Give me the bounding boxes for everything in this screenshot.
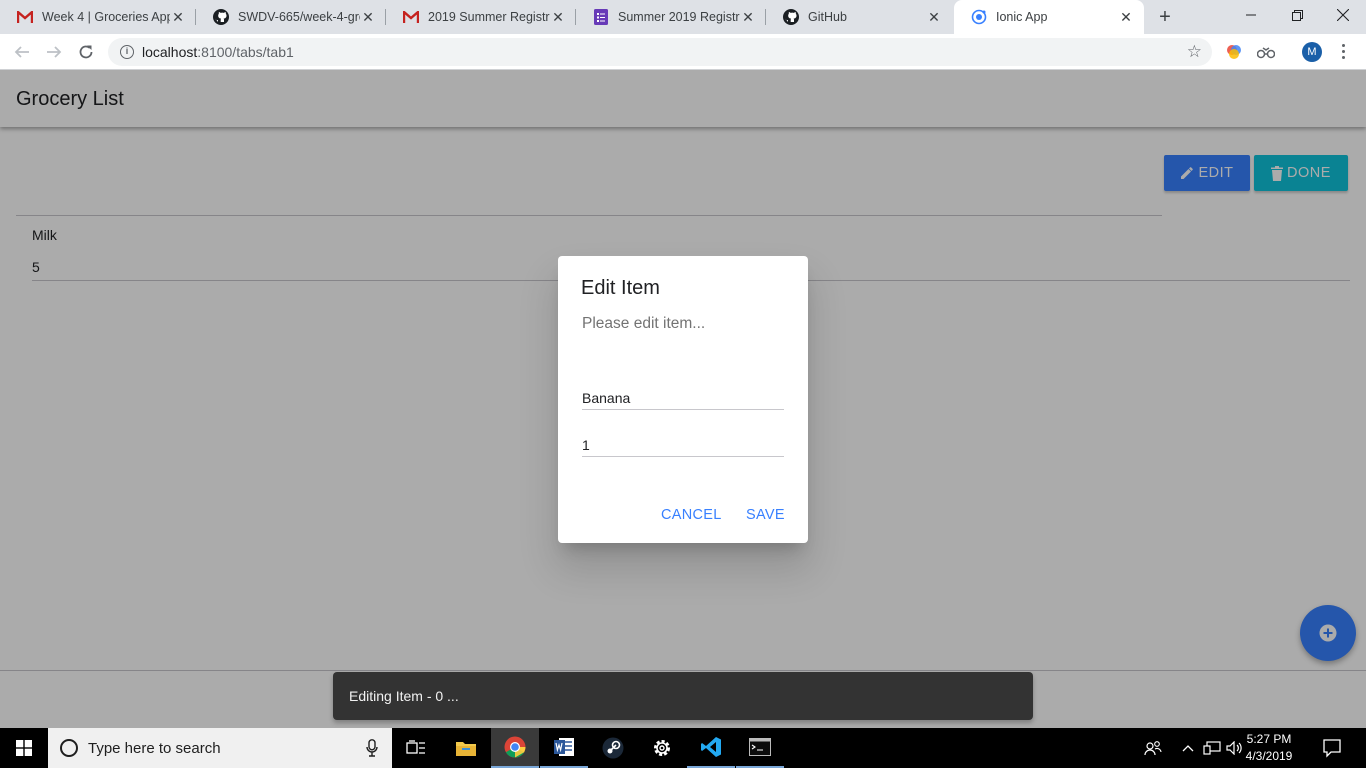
browser-toolbar: i localhost:8100/tabs/tab1 ☆ [0,34,1366,70]
gmail-icon [402,8,420,26]
tab-title: GitHub [808,10,847,24]
word-icon[interactable] [540,728,588,768]
people-icon[interactable] [1144,728,1162,768]
close-tab-icon[interactable]: ✕ [170,9,186,25]
network-icon[interactable] [1203,728,1221,768]
forms-icon [592,8,610,26]
task-view-icon [406,740,425,754]
settings-gear-icon[interactable] [638,728,686,768]
address-bar[interactable]: i localhost:8100/tabs/tab1 ☆ [108,38,1212,66]
forward-button[interactable] [40,38,68,66]
close-tab-icon[interactable]: ✕ [926,9,942,25]
ionic-icon [970,8,988,26]
close-tab-icon[interactable]: ✕ [360,9,376,25]
toast-message: Editing Item - 0 ... [349,688,459,704]
terminal-icon[interactable] [736,728,784,768]
tab-title: SWDV-665/week-4-groceries [238,10,360,24]
cancel-button[interactable]: CANCEL [661,507,722,523]
minimize-icon [1246,14,1256,16]
back-arrow-icon [14,46,29,58]
file-explorer-icon[interactable] [442,728,490,768]
taskbar-search[interactable]: Type here to search [48,728,392,768]
windows-taskbar: Type here to search 5:27 PM 4/3/2019 [0,728,1366,768]
vscode-icon[interactable] [687,728,735,768]
gmail-icon [16,8,34,26]
browser-menu-icon[interactable] [1340,44,1346,59]
info-icon[interactable]: i [120,45,134,59]
action-center-icon[interactable] [1322,738,1342,763]
reload-button[interactable] [72,38,100,66]
restore-icon [1291,9,1303,21]
cortana-icon [60,739,78,757]
alert-header: Edit Item [581,277,660,299]
tab-title: Summer 2019 Registration [618,10,740,24]
extension-icon[interactable] [1256,42,1276,62]
search-placeholder: Type here to search [88,739,221,757]
bookmark-star-icon[interactable]: ☆ [1187,43,1202,61]
save-button[interactable]: SAVE [746,507,785,523]
clock-date: 4/3/2019 [1245,749,1293,763]
chrome-icon[interactable] [491,728,539,768]
url-path: :8100/tabs/tab1 [197,44,294,60]
browser-tab[interactable]: SWDV-665/week-4-groceries ✕ [196,0,386,34]
edit-item-alert: Edit Item Please edit item... CANCEL SAV… [558,256,808,543]
windows-logo-icon [16,740,32,756]
system-clock[interactable]: 5:27 PM 4/3/2019 [1244,731,1294,765]
alert-message: Please edit item... [582,315,706,332]
browser-tab[interactable]: Summer 2019 Registration ✕ [576,0,766,34]
tab-title: Week 4 | Groceries App [42,10,170,24]
browser-tab-active[interactable]: Ionic App ✕ [954,0,1144,34]
profile-avatar[interactable]: M [1302,42,1322,62]
task-view-button[interactable] [392,728,440,768]
toast-notification: Editing Item - 0 ... [333,672,1033,720]
item-quantity-input[interactable] [582,433,784,457]
volume-icon[interactable] [1226,728,1244,768]
url-host: localhost [142,44,198,60]
browser-tab[interactable]: Week 4 | Groceries App ✕ [0,0,196,34]
close-icon [1337,9,1349,21]
tab-title: Ionic App [996,10,1048,24]
github-icon [212,8,230,26]
back-button[interactable] [8,38,36,66]
minimize-button[interactable] [1228,0,1274,30]
chevron-up-icon[interactable] [1182,728,1194,768]
microphone-icon [366,739,378,757]
start-button[interactable] [0,728,48,768]
tab-title: 2019 Summer Registration [428,10,550,24]
forward-arrow-icon [47,46,62,58]
browser-tab[interactable]: 2019 Summer Registration ✕ [386,0,576,34]
close-tab-icon[interactable]: ✕ [550,9,566,25]
browser-tab-strip: Week 4 | Groceries App ✕ SWDV-665/week-4… [0,0,1366,34]
reload-icon [79,45,93,59]
clock-time: 5:27 PM [1246,732,1292,746]
github-icon [782,8,800,26]
steam-icon[interactable] [589,728,637,768]
new-tab-button[interactable]: + [1154,6,1176,28]
close-tab-icon[interactable]: ✕ [740,9,756,25]
close-tab-icon[interactable]: ✕ [1118,9,1134,25]
restore-button[interactable] [1274,0,1320,30]
browser-tab[interactable]: GitHub ✕ [766,0,952,34]
item-name-input[interactable] [582,386,784,410]
color-extension-icon[interactable] [1224,42,1244,62]
close-window-button[interactable] [1320,0,1366,30]
